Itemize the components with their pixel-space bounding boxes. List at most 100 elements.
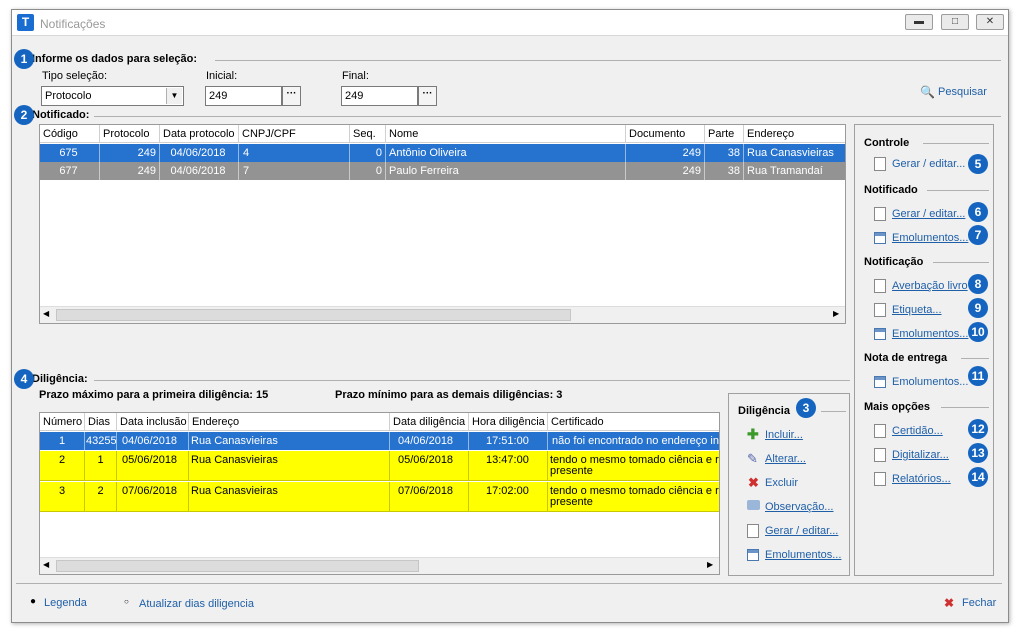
table-row[interactable]: 3 2 07/06/2018 Rua Canasvieiras 07/06/20… bbox=[40, 482, 719, 512]
minimize-button[interactable]: ▬ bbox=[905, 14, 933, 30]
scroll-left-icon[interactable]: ◀ bbox=[43, 560, 49, 569]
certidao-button[interactable]: Certidão... bbox=[874, 424, 974, 440]
notificado-emolumentos-button[interactable]: Emolumentos... bbox=[874, 231, 974, 247]
divider bbox=[821, 411, 846, 412]
fechar-button[interactable]: ✖ Fechar bbox=[944, 596, 1004, 612]
badge-6: 6 bbox=[968, 202, 988, 222]
badge-3: 3 bbox=[796, 398, 816, 418]
cell-nome: Antônio Oliveira bbox=[389, 147, 467, 159]
table-row[interactable]: 677 249 04/06/2018 7 0 Paulo Ferreira 24… bbox=[40, 162, 845, 180]
col-documento[interactable]: Documento bbox=[626, 128, 685, 140]
col-data-diligencia[interactable]: Data diligência bbox=[390, 416, 465, 428]
notificacoes-window: T Notificações ▬ □ ✕ 1 Informe os dados … bbox=[11, 9, 1009, 623]
col-dias[interactable]: Dias bbox=[85, 416, 110, 428]
diligencia-actions-panel: Diligência ✚ Incluir... ✎ Alterar... ✖ E… bbox=[728, 393, 850, 576]
inicial-ellipsis-button[interactable]: ··· bbox=[282, 86, 301, 106]
title-bar: T Notificações ▬ □ ✕ bbox=[12, 10, 1008, 36]
badge-13: 13 bbox=[968, 443, 988, 463]
scroll-right-icon[interactable]: ▶ bbox=[833, 309, 839, 318]
chevron-down-icon[interactable]: ▼ bbox=[166, 88, 182, 104]
averbacao-livro-button[interactable]: Averbação livro bbox=[874, 279, 974, 295]
atualizar-dias-link[interactable]: ○ Atualizar dias diligencia bbox=[124, 597, 284, 612]
table-row[interactable]: 2 1 05/06/2018 Rua Canasvieiras 05/06/20… bbox=[40, 451, 719, 481]
cell-protocolo: 249 bbox=[137, 147, 156, 159]
cell-parte: 38 bbox=[727, 165, 740, 177]
document-icon bbox=[874, 472, 886, 486]
cell-hora: 13:47:00 bbox=[486, 454, 529, 466]
col-data-protocolo[interactable]: Data protocolo bbox=[160, 128, 235, 140]
scroll-left-icon[interactable]: ◀ bbox=[43, 309, 49, 318]
pesquisar-button[interactable]: 🔍 Pesquisar bbox=[920, 85, 990, 101]
right-actions-panel: Controle Gerar / editar... Notificado Ge… bbox=[854, 124, 994, 576]
badge-8: 8 bbox=[968, 274, 988, 294]
emolumentos-diligencia-button[interactable]: Emolumentos... bbox=[747, 548, 849, 564]
incluir-button[interactable]: ✚ Incluir... bbox=[747, 426, 842, 444]
prazo-maximo-text: Prazo máximo para a primeira diligência:… bbox=[39, 389, 269, 401]
digitalizar-button[interactable]: Digitalizar... bbox=[874, 448, 974, 464]
col-endereco[interactable]: Endereço bbox=[189, 416, 239, 428]
scroll-thumb[interactable] bbox=[56, 309, 571, 321]
horizontal-scrollbar[interactable]: ◀ ▶ bbox=[40, 306, 845, 323]
close-window-button[interactable]: ✕ bbox=[976, 14, 1004, 30]
digitalizar-label: Digitalizar... bbox=[892, 449, 949, 461]
notificado-gerar-editar-button[interactable]: Gerar / editar... bbox=[874, 207, 974, 223]
scroll-thumb[interactable] bbox=[56, 560, 419, 572]
cell-certificado-line2: presente bbox=[550, 465, 593, 477]
divider bbox=[94, 380, 850, 381]
mais-opcoes-title: Mais opções bbox=[864, 401, 931, 413]
cell-dias: 43255 bbox=[86, 435, 116, 447]
col-cnpj-cpf[interactable]: CNPJ/CPF bbox=[239, 128, 296, 140]
col-numero[interactable]: Número bbox=[40, 416, 82, 428]
tipo-selecao-select[interactable]: Protocolo ▼ bbox=[41, 86, 184, 106]
document-icon bbox=[874, 448, 886, 462]
etiqueta-button[interactable]: Etiqueta... bbox=[874, 303, 974, 319]
alterar-label: Alterar... bbox=[765, 453, 806, 465]
excluir-button[interactable]: ✖ Excluir bbox=[747, 475, 842, 492]
final-ellipsis-button[interactable]: ··· bbox=[418, 86, 437, 106]
cell-codigo: 677 bbox=[59, 165, 78, 177]
col-certificado[interactable]: Certificado bbox=[548, 416, 604, 428]
document-icon bbox=[874, 157, 886, 171]
legenda-link[interactable]: ● Legenda bbox=[30, 596, 110, 611]
col-codigo[interactable]: Código bbox=[40, 128, 78, 140]
relatorios-button[interactable]: Relatórios... bbox=[874, 472, 974, 488]
diligencia-grid[interactable]: Número Dias Data inclusão Endereço Data … bbox=[39, 412, 720, 575]
final-label: Final: bbox=[342, 70, 369, 82]
excluir-label: Excluir bbox=[765, 477, 799, 489]
observacao-button[interactable]: Observação... bbox=[747, 500, 847, 516]
col-endereco[interactable]: Endereço bbox=[744, 128, 794, 140]
gerar-editar-label: Gerar / editar... bbox=[765, 525, 839, 537]
notificado-section-title: Notificado: bbox=[32, 109, 90, 121]
nota-emolumentos-button[interactable]: Emolumentos... bbox=[874, 375, 974, 391]
divider bbox=[215, 60, 1001, 61]
controle-gerar-editar-button[interactable]: Gerar / editar... bbox=[874, 157, 974, 173]
cell-parte: 38 bbox=[727, 147, 740, 159]
cell-certificado: não foi encontrado no endereço ind bbox=[552, 435, 719, 447]
scroll-right-icon[interactable]: ▶ bbox=[707, 560, 713, 569]
cell-protocolo: 249 bbox=[137, 165, 156, 177]
legenda-label: Legenda bbox=[44, 597, 87, 609]
notificado-grid[interactable]: Código Protocolo Data protocolo CNPJ/CPF… bbox=[39, 124, 846, 324]
col-seq[interactable]: Seq. bbox=[350, 128, 376, 140]
cell-endereco: Rua Tramandaí bbox=[747, 165, 823, 177]
col-data-inclusao[interactable]: Data inclusão bbox=[117, 416, 187, 428]
col-parte[interactable]: Parte bbox=[705, 128, 734, 140]
document-icon bbox=[874, 303, 886, 317]
badge-4: 4 bbox=[14, 369, 34, 389]
alterar-button[interactable]: ✎ Alterar... bbox=[747, 451, 842, 468]
final-input[interactable] bbox=[341, 86, 418, 106]
table-row[interactable]: 1 43255 04/06/2018 Rua Canasvieiras 04/0… bbox=[40, 432, 719, 450]
divider bbox=[94, 116, 1001, 117]
table-row[interactable]: 675 249 04/06/2018 4 0 Antônio Oliveira … bbox=[40, 144, 845, 162]
notificacao-emolumentos-button[interactable]: Emolumentos... bbox=[874, 327, 974, 343]
gerar-editar-diligencia-button[interactable]: Gerar / editar... bbox=[747, 524, 849, 540]
observacao-label: Observação... bbox=[765, 501, 834, 513]
badge-11: 11 bbox=[968, 366, 988, 386]
diligencia-section-title: Diligência: bbox=[32, 373, 88, 385]
col-nome[interactable]: Nome bbox=[386, 128, 418, 140]
inicial-input[interactable] bbox=[205, 86, 282, 106]
col-hora-diligencia[interactable]: Hora diligência bbox=[469, 416, 545, 428]
horizontal-scrollbar[interactable]: ◀ ▶ bbox=[40, 557, 719, 574]
col-protocolo[interactable]: Protocolo bbox=[100, 128, 149, 140]
maximize-button[interactable]: □ bbox=[941, 14, 969, 30]
